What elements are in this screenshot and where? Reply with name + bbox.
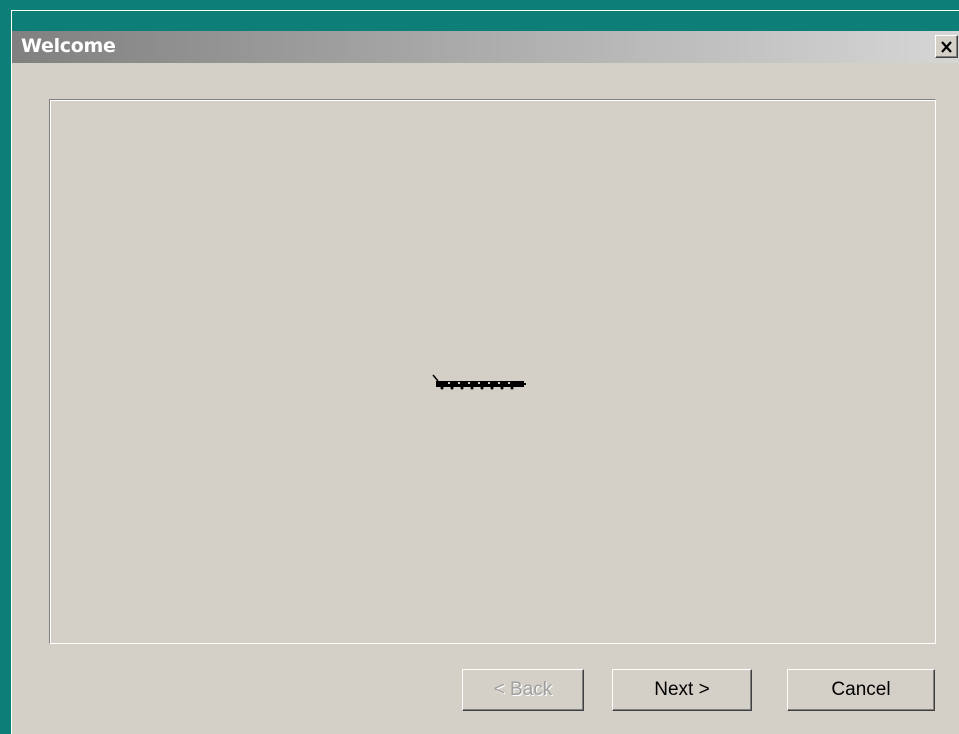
desktop-strip <box>12 11 959 31</box>
next-button[interactable]: Next > <box>612 669 752 711</box>
title-bar[interactable]: Welcome <box>12 31 959 63</box>
close-icon <box>941 40 952 53</box>
cancel-button[interactable]: Cancel <box>787 669 935 711</box>
back-button[interactable]: < Back <box>462 669 584 711</box>
welcome-dialog: Welcome < Back Next > Cancel <box>11 10 959 734</box>
loading-animation-icon <box>432 374 526 390</box>
content-panel <box>49 99 936 644</box>
close-button[interactable] <box>935 35 958 58</box>
dialog-title: Welcome <box>21 35 116 57</box>
